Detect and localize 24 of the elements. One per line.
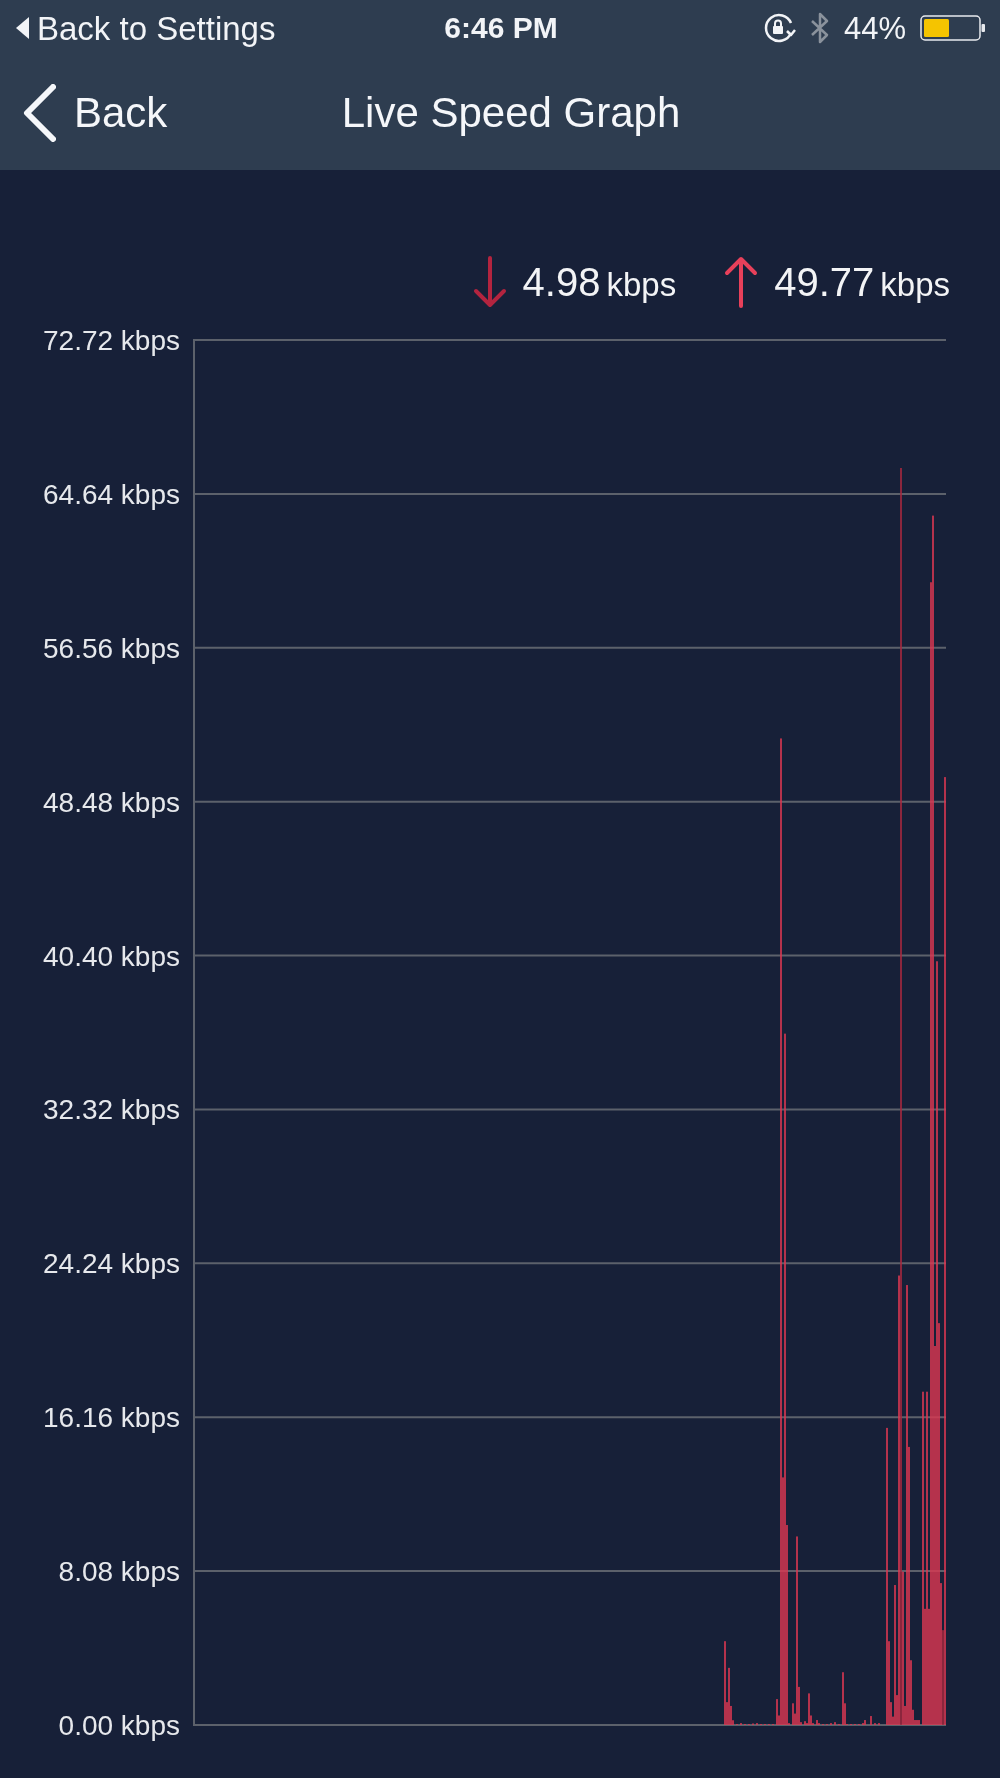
y-axis-label: 32.32 kbps: [43, 1094, 180, 1126]
y-axis-label: 56.56 kbps: [43, 632, 180, 664]
y-axis-label: 72.72 kbps: [43, 325, 180, 356]
speed-value: 4.98: [522, 262, 601, 302]
page-title: Live Speed Graph: [341, 92, 681, 134]
y-axis-label: 24.24 kbps: [43, 1248, 180, 1280]
y-axis-label: 8.08 kbps: [58, 1556, 180, 1588]
battery-percent: 44%: [843, 12, 906, 44]
chevron-left-icon: [22, 84, 56, 142]
back-triangle-icon: [16, 17, 30, 39]
y-axis-label: 0.00 kbps: [58, 1710, 180, 1741]
speed-value: 49.77: [774, 262, 875, 302]
y-axis-label: 16.16 kbps: [43, 1402, 180, 1434]
bluetooth-icon: [809, 12, 830, 44]
back-button[interactable]: Back: [22, 84, 168, 142]
rotation-lock-icon: [763, 13, 796, 43]
battery-icon: [920, 15, 986, 41]
speed-unit: kbps: [606, 268, 677, 301]
back-to-settings-link[interactable]: Back to Settings: [16, 11, 276, 45]
status-time: 6:46 PM: [444, 13, 558, 43]
y-axis-label: 40.40 kbps: [43, 940, 180, 972]
y-axis-label: 48.48 kbps: [43, 786, 180, 818]
speed-unit: kbps: [880, 268, 950, 301]
y-axis-label: 64.64 kbps: [43, 478, 180, 510]
